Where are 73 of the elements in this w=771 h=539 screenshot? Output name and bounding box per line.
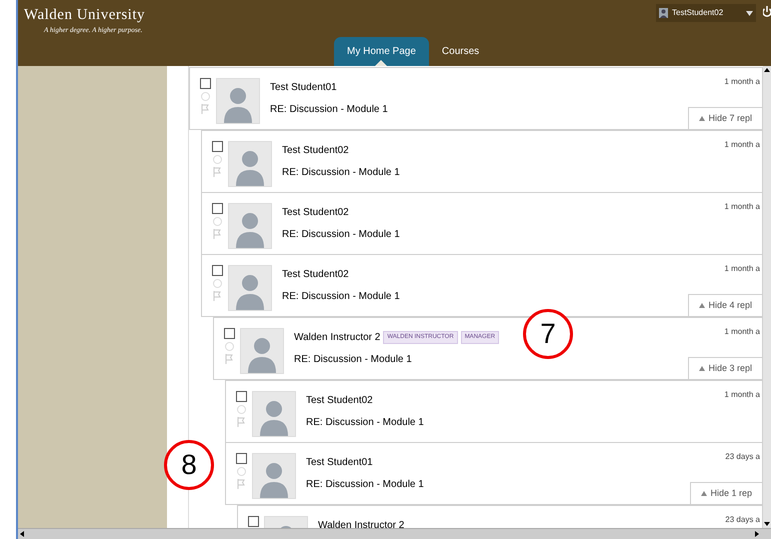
user-menu[interactable]: TestStudent02: [656, 4, 756, 22]
read-status-icon[interactable]: [212, 217, 222, 226]
author-name[interactable]: Test Student02: [306, 393, 373, 408]
author-name[interactable]: Test Student02: [282, 267, 349, 282]
post-subject[interactable]: RE: Discussion - Module 1: [294, 352, 500, 367]
post-subject[interactable]: RE: Discussion - Module 1: [282, 289, 400, 304]
nav-tab[interactable]: Courses: [428, 37, 492, 66]
person-silhouette-icon: [235, 272, 265, 310]
select-checkbox[interactable]: [236, 391, 246, 402]
select-checkbox[interactable]: [200, 78, 210, 89]
select-checkbox[interactable]: [224, 328, 234, 339]
hide-replies-button[interactable]: Hide 1 rep: [690, 482, 763, 505]
vertical-scrollbar[interactable]: [763, 66, 771, 528]
author-name[interactable]: Walden Instructor 2: [318, 518, 404, 528]
post-subject[interactable]: RE: Discussion - Module 1: [306, 415, 424, 430]
post-time: 1 month a: [724, 263, 760, 275]
author-name[interactable]: Walden Instructor 2: [294, 330, 380, 345]
flag-icon[interactable]: [212, 229, 222, 239]
post-time: 1 month a: [724, 326, 760, 338]
select-checkbox[interactable]: [212, 203, 222, 214]
read-status-icon[interactable]: [236, 405, 246, 414]
triangle-up-icon: [701, 491, 708, 496]
read-status-icon[interactable]: [212, 155, 222, 164]
read-status-icon[interactable]: [200, 92, 210, 101]
nav-tab[interactable]: My Home Page: [334, 37, 429, 66]
caret-down-icon: [746, 10, 753, 16]
person-silhouette-icon: [235, 210, 265, 248]
person-silhouette-icon: [247, 335, 277, 373]
flag-icon[interactable]: [212, 291, 222, 301]
triangle-up-icon: [699, 303, 706, 308]
scroll-left-icon[interactable]: [18, 530, 26, 538]
author-name[interactable]: Test Student02: [282, 143, 349, 158]
select-checkbox[interactable]: [212, 265, 222, 276]
person-silhouette-icon: [259, 398, 289, 436]
post-time: 1 month a: [724, 76, 760, 88]
triangle-up-icon: [699, 116, 706, 121]
triangle-up-icon: [699, 366, 706, 371]
post-subject[interactable]: RE: Discussion - Module 1: [306, 477, 424, 492]
post-time: 23 days a: [725, 514, 760, 526]
flag-icon[interactable]: [236, 417, 246, 427]
user-avatar-icon: [659, 8, 668, 18]
read-status-icon[interactable]: [236, 467, 246, 476]
post-time: 1 month a: [724, 201, 760, 213]
person-silhouette-icon: [259, 460, 289, 498]
select-checkbox[interactable]: [248, 516, 258, 527]
hide-replies-button[interactable]: Hide 7 repl: [688, 107, 763, 130]
select-checkbox[interactable]: [236, 453, 246, 464]
post-subject[interactable]: RE: Discussion - Module 1: [282, 227, 400, 242]
read-status-icon[interactable]: [224, 342, 234, 351]
post-subject[interactable]: RE: Discussion - Module 1: [282, 165, 400, 180]
person-silhouette-icon: [235, 148, 265, 186]
user-name: TestStudent02: [672, 7, 724, 19]
callout-marker: 8: [164, 440, 214, 490]
person-silhouette-icon: [223, 85, 253, 123]
flag-icon[interactable]: [224, 354, 234, 364]
select-checkbox[interactable]: [212, 141, 222, 152]
horizontal-scrollbar[interactable]: [18, 528, 771, 539]
post-time: 23 days a: [725, 451, 760, 463]
post-subject[interactable]: RE: Discussion - Module 1: [270, 102, 388, 117]
flag-icon[interactable]: [200, 104, 210, 114]
author-name[interactable]: Test Student01: [306, 455, 373, 470]
post-time: 1 month a: [724, 389, 760, 401]
post-time: 1 month a: [724, 139, 760, 151]
flag-icon[interactable]: [212, 167, 222, 177]
author-name[interactable]: Test Student02: [282, 205, 349, 220]
power-icon[interactable]: [763, 6, 771, 18]
flag-icon[interactable]: [236, 479, 246, 489]
hide-replies-button[interactable]: Hide 3 repl: [688, 357, 763, 380]
scroll-right-icon[interactable]: [753, 530, 761, 538]
read-status-icon[interactable]: [212, 279, 222, 288]
university-logo[interactable]: Walden University: [24, 8, 146, 23]
author-name[interactable]: Test Student01: [270, 80, 337, 95]
hide-replies-button[interactable]: Hide 4 repl: [688, 294, 763, 317]
